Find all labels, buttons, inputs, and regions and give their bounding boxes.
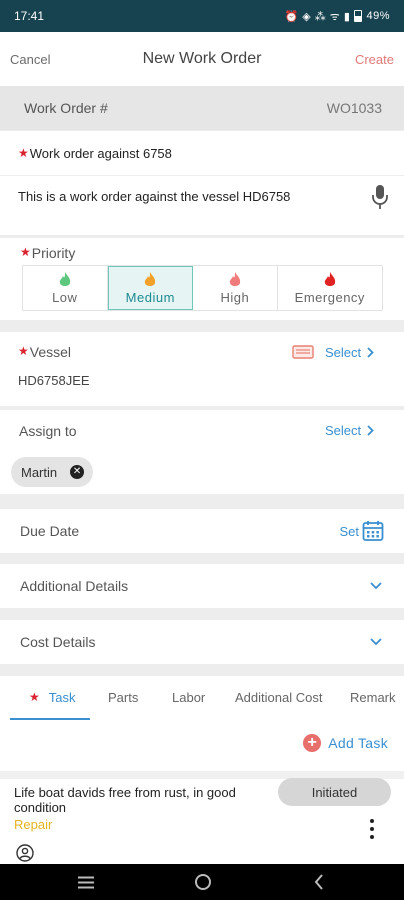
task-section: ★ Task Parts Labor Additional Cost Remark… xyxy=(0,676,404,864)
assign-select-button[interactable]: Select xyxy=(325,423,374,438)
cost-details-label: Cost Details xyxy=(20,634,96,650)
vessel-label-text: Vessel xyxy=(29,344,72,360)
assign-label: Assign to xyxy=(19,423,77,439)
chevron-down-icon[interactable] xyxy=(370,582,382,590)
page-title: New Work Order xyxy=(142,50,262,67)
microphone-icon[interactable] xyxy=(370,183,390,211)
priority-label-text: Priority xyxy=(31,245,76,261)
chevron-right-icon xyxy=(367,347,374,358)
description-input[interactable]: This is a work order against the vessel … xyxy=(18,189,290,204)
status-icons: ⏰ ◈ ⁂ ᯤ ▮ 49% xyxy=(284,9,390,24)
vessel-label: ★Vessel xyxy=(18,344,71,360)
priority-label: ★Priority xyxy=(20,245,75,261)
priority-card: ★Priority Low Medium High Emergency xyxy=(0,238,404,320)
cost-details-row[interactable]: Cost Details xyxy=(0,620,404,664)
flame-high-icon xyxy=(229,271,240,286)
tab-task-label: Task xyxy=(48,690,76,705)
remove-assignee-icon[interactable]: ✕ xyxy=(70,465,85,479)
priority-option-emergency[interactable]: Emergency xyxy=(278,266,382,310)
additional-details-row[interactable]: Additional Details xyxy=(0,564,404,608)
required-asterisk-icon: ★ xyxy=(29,690,40,704)
title-field-label-text: Work order against 6758 xyxy=(29,146,172,161)
due-date-set-label: Set xyxy=(339,523,359,539)
priority-option-medium[interactable]: Medium xyxy=(107,266,194,310)
back-icon[interactable] xyxy=(314,874,324,890)
tab-parts[interactable]: Parts xyxy=(108,690,138,705)
due-date-row[interactable]: Due Date Set xyxy=(0,509,404,553)
tab-bar: ★ Task Parts Labor Additional Cost Remark xyxy=(0,676,404,722)
create-button[interactable]: Create xyxy=(355,52,394,67)
assign-select-label: Select xyxy=(325,423,362,438)
more-options-icon[interactable] xyxy=(369,819,375,839)
priority-option-high[interactable]: High xyxy=(193,266,278,310)
tab-task[interactable]: ★ Task xyxy=(29,690,76,705)
work-order-number-row: Work Order # WO1033 xyxy=(0,86,404,130)
priority-option-low[interactable]: Low xyxy=(23,266,108,310)
calendar-icon xyxy=(362,521,384,541)
required-asterisk-icon: ★ xyxy=(18,344,29,358)
priority-selector: Low Medium High Emergency xyxy=(22,265,383,311)
chevron-right-icon xyxy=(367,425,374,436)
vessel-select-label: Select xyxy=(325,345,362,360)
home-icon[interactable] xyxy=(194,873,212,891)
person-icon[interactable] xyxy=(16,844,34,862)
recent-apps-icon[interactable] xyxy=(77,876,95,889)
work-order-title-card: ★Work order against 6758 This is a work … xyxy=(0,131,404,235)
flame-medium-icon xyxy=(145,271,156,286)
divider xyxy=(0,175,404,176)
priority-option-label: Medium xyxy=(125,289,175,305)
system-navigation-bar xyxy=(0,864,404,900)
status-bar: 17:41 ⏰ ◈ ⁂ ᯤ ▮ 49% xyxy=(0,0,404,32)
add-task-button[interactable]: + Add Task xyxy=(303,734,388,752)
due-date-label: Due Date xyxy=(20,523,80,539)
chevron-down-icon[interactable] xyxy=(370,638,382,646)
additional-details-label: Additional Details xyxy=(20,578,129,594)
plus-icon: + xyxy=(303,734,322,752)
task-title[interactable]: Life boat davids free from rust, in good… xyxy=(14,785,269,815)
battery-level: 49% xyxy=(366,10,390,22)
vessel-card: ★Vessel Select HD6758JEE xyxy=(0,332,404,406)
status-indicator-icons: ⏰ ◈ ⁂ ᯤ ▮ xyxy=(284,10,351,23)
add-task-label: Add Task xyxy=(328,735,388,751)
work-order-number-label: Work Order # xyxy=(24,100,108,116)
flame-low-icon xyxy=(59,271,70,286)
flame-emergency-icon xyxy=(324,271,335,286)
document-card-icon[interactable] xyxy=(292,345,314,359)
title-field-label: ★Work order against 6758 xyxy=(18,146,172,161)
assignee-name: Martin xyxy=(21,464,58,480)
priority-option-label: Low xyxy=(52,289,78,305)
assignee-chip: Martin ✕ xyxy=(11,457,93,487)
status-time: 17:41 xyxy=(14,9,45,23)
tab-labor[interactable]: Labor xyxy=(172,690,205,705)
priority-option-label: Emergency xyxy=(294,289,365,305)
battery-icon xyxy=(354,10,363,22)
active-tab-indicator xyxy=(10,718,90,720)
tab-additional-cost[interactable]: Additional Cost xyxy=(235,690,322,705)
task-type: Repair xyxy=(14,817,53,832)
assign-card: Assign to Select Martin ✕ xyxy=(0,410,404,494)
tab-remark[interactable]: Remark xyxy=(350,690,396,705)
top-navigation: Cancel New Work Order Create xyxy=(0,32,404,86)
required-asterisk-icon: ★ xyxy=(20,245,31,259)
vessel-value: HD6758JEE xyxy=(18,373,90,388)
work-order-number-value: WO1033 xyxy=(326,100,382,116)
cancel-button[interactable]: Cancel xyxy=(10,52,50,67)
task-status-badge[interactable]: Initiated xyxy=(278,778,391,806)
required-asterisk-icon: ★ xyxy=(18,146,29,160)
vessel-select-button[interactable]: Select xyxy=(325,345,374,360)
priority-option-label: High xyxy=(220,289,250,305)
due-date-set-button[interactable]: Set xyxy=(339,520,384,542)
